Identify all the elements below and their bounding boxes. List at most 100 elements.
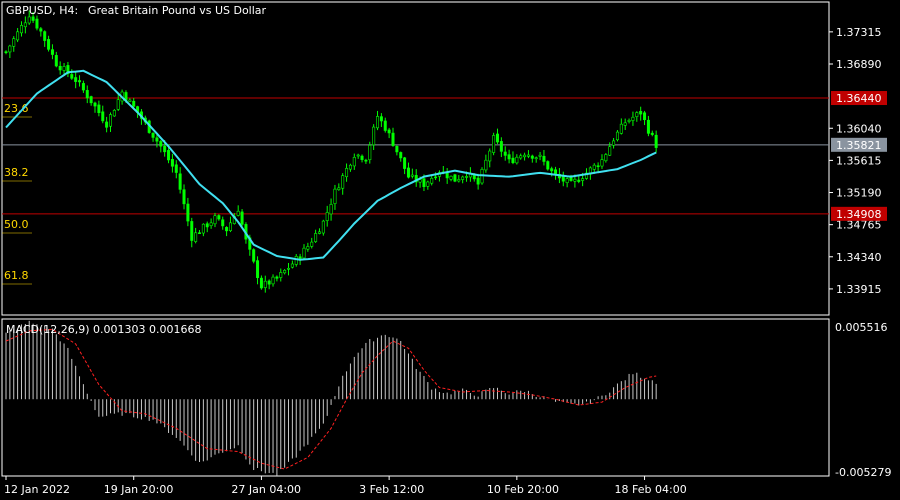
- candle-body: [465, 176, 469, 178]
- candle-body: [476, 177, 480, 185]
- candle-body: [550, 168, 554, 172]
- candle-body: [368, 145, 372, 161]
- macd-histogram: [5, 320, 657, 476]
- candle-body: [85, 90, 89, 99]
- candle-body: [23, 22, 27, 28]
- candle-body: [263, 280, 267, 288]
- candle-body: [422, 178, 426, 187]
- time-axis: 12 Jan 2022 19 Jan 20:00 27 Jan 04:00 3 Feb…: [4, 476, 687, 496]
- candle-body: [341, 175, 345, 189]
- candle-body: [592, 164, 596, 170]
- candle-body: [395, 145, 399, 153]
- candle-body: [225, 227, 229, 232]
- candle-body: [426, 181, 430, 187]
- fib-label: 38.2: [4, 166, 29, 179]
- candle-body: [391, 132, 395, 146]
- candle-body: [43, 31, 47, 41]
- candle-body: [252, 249, 256, 262]
- candle-body: [89, 96, 93, 104]
- candle-body: [348, 164, 352, 170]
- time-tick-label: 12 Jan 2022: [4, 483, 70, 496]
- time-tick-label: 18 Feb 04:00: [615, 483, 687, 496]
- candle-body: [383, 120, 387, 131]
- candle-body: [569, 176, 573, 181]
- time-tick-label: 19 Jan 20:00: [104, 483, 174, 496]
- candle-body: [302, 247, 306, 259]
- candle-body: [271, 276, 275, 285]
- macd-axis: 0.005516 -0.005279: [835, 321, 891, 479]
- candle-body: [410, 174, 414, 177]
- candle-body: [379, 116, 383, 122]
- price-panel-frame: [1, 1, 830, 316]
- candle-body: [317, 231, 321, 234]
- candle-body: [654, 134, 658, 148]
- candle-body: [329, 204, 333, 215]
- candle-body: [174, 164, 178, 173]
- candle-body: [635, 112, 639, 117]
- candle-body: [108, 114, 112, 127]
- candle-body: [484, 159, 488, 171]
- candle-body: [16, 31, 20, 41]
- candle-body: [58, 65, 62, 71]
- price-axis: 1.373151.368901.360401.356151.351901.347…: [829, 26, 882, 296]
- candle-body: [205, 223, 209, 228]
- candle-body: [623, 122, 627, 126]
- macd-tick-label: -0.005279: [835, 466, 891, 479]
- candle-body: [372, 126, 376, 146]
- chart-canvas: 23.6 38.2 50.0 61.8 1.37315 1.36890 1.36040 1.…: [1, 1, 891, 496]
- candle-body: [182, 189, 186, 205]
- candle-body: [298, 256, 302, 259]
- candle-body: [596, 165, 600, 168]
- horizontal-levels: [2, 97, 829, 215]
- candle-body: [259, 277, 263, 289]
- candle-body: [81, 83, 85, 91]
- candle-body: [198, 232, 202, 234]
- candle-body: [399, 152, 403, 159]
- candle-body: [167, 150, 171, 161]
- fib-label: 61.8: [4, 269, 29, 282]
- candle-body: [159, 141, 163, 147]
- candle-body: [546, 161, 550, 170]
- candle-body: [213, 215, 217, 225]
- fib-label: 50.0: [4, 218, 29, 231]
- candle-body: [519, 155, 523, 159]
- macd-signal-line: [5, 328, 657, 470]
- candle-body: [356, 154, 360, 157]
- level-label: 1.34908: [836, 208, 882, 221]
- candle-body: [600, 159, 604, 167]
- candle-body: [70, 74, 74, 79]
- candle-body: [50, 49, 54, 55]
- macd-label: MACD(12,26,9) 0.001303 0.001668: [6, 323, 202, 336]
- candle-body: [19, 25, 23, 34]
- candle-body: [573, 178, 577, 182]
- price-tick-label: 1.35615: [836, 154, 882, 167]
- candle-body: [4, 51, 8, 54]
- candle-body: [577, 179, 581, 182]
- candle-body: [495, 133, 499, 143]
- candle-body: [294, 256, 298, 265]
- time-tick-label: 10 Feb 20:00: [487, 483, 559, 496]
- candle-body: [236, 210, 240, 216]
- candle-body: [631, 116, 635, 121]
- candle-body: [387, 129, 391, 134]
- candle-body: [290, 263, 294, 268]
- candle-body: [534, 157, 538, 160]
- candle-body: [279, 272, 283, 278]
- price-tick-label: 1.33915: [836, 283, 882, 296]
- candle-body: [194, 232, 198, 242]
- candle-body: [542, 155, 546, 162]
- candle-body: [201, 223, 205, 234]
- candle-body: [499, 141, 503, 152]
- candle-body: [646, 119, 650, 134]
- candle-body: [360, 155, 364, 160]
- candle-body: [283, 270, 287, 274]
- candle-body: [445, 173, 449, 179]
- candle-body: [256, 260, 260, 278]
- candle-body: [78, 80, 82, 83]
- candle-body: [364, 159, 368, 162]
- candle-body: [275, 276, 279, 279]
- candle-body: [267, 280, 271, 285]
- candle-body: [221, 219, 225, 227]
- moving-average-line: [5, 69, 657, 261]
- macd-panel-frame: [1, 318, 830, 477]
